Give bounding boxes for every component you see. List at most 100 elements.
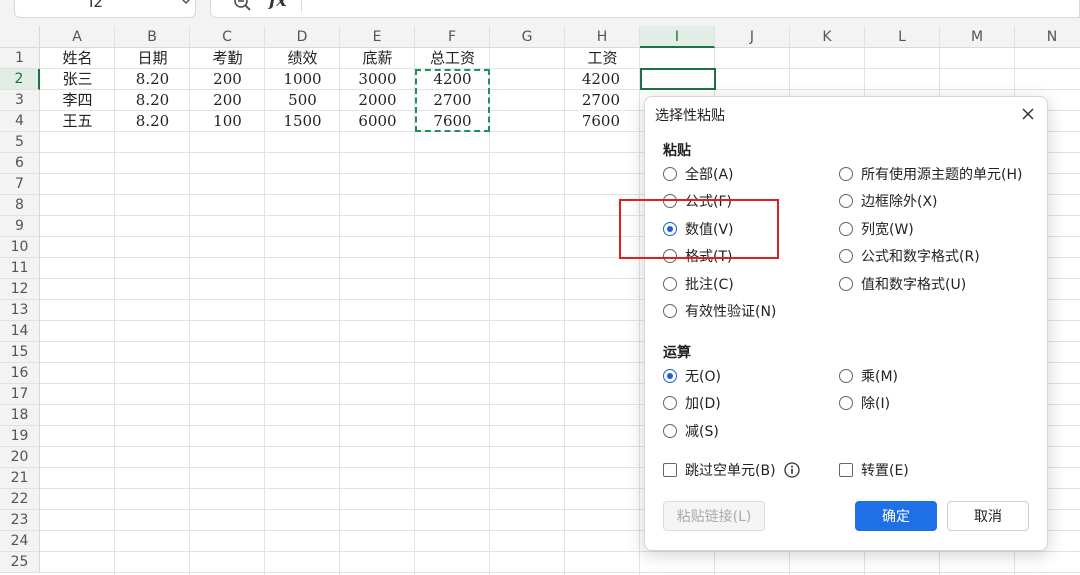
- checkbox[interactable]: [839, 463, 853, 477]
- ok-button[interactable]: 确定: [855, 501, 937, 531]
- checkbox[interactable]: [663, 463, 677, 477]
- operation-option-2[interactable]: 减(S): [663, 421, 719, 441]
- radio-button[interactable]: [663, 167, 677, 181]
- cell-h2[interactable]: 4200: [565, 69, 620, 90]
- cell-d2[interactable]: 1000: [265, 69, 340, 90]
- column-header-h[interactable]: H: [565, 26, 640, 48]
- transpose-checkbox[interactable]: 转置(E): [839, 460, 909, 480]
- row-header-11[interactable]: 11: [0, 258, 40, 279]
- paste-link-button[interactable]: 粘贴链接(L): [663, 501, 765, 531]
- paste-option-0[interactable]: 全部(A): [663, 164, 734, 184]
- operation-option-1[interactable]: 加(D): [663, 393, 721, 413]
- operation-option-0[interactable]: 无(O): [663, 366, 721, 386]
- cell-e2[interactable]: 3000: [340, 69, 415, 90]
- row-header-5[interactable]: 5: [0, 132, 40, 153]
- cell-c3[interactable]: 200: [190, 90, 265, 111]
- info-icon[interactable]: [783, 462, 800, 478]
- row-header-21[interactable]: 21: [0, 468, 40, 489]
- radio-button[interactable]: [663, 369, 677, 383]
- radio-button[interactable]: [839, 396, 853, 411]
- column-header-e[interactable]: E: [340, 26, 415, 48]
- row-header-1[interactable]: 1: [0, 48, 40, 69]
- radio-button[interactable]: [839, 276, 853, 291]
- column-header-m[interactable]: M: [940, 26, 1015, 48]
- radio-button[interactable]: [839, 194, 853, 209]
- row-header-9[interactable]: 9: [0, 216, 40, 237]
- paste-option-2[interactable]: 列宽(W): [839, 219, 914, 239]
- row-header-25[interactable]: 25: [0, 552, 40, 573]
- column-header-k[interactable]: K: [790, 26, 865, 48]
- operation-option-1[interactable]: 除(I): [839, 393, 890, 413]
- cell-h4[interactable]: 7600: [565, 111, 620, 132]
- column-header-b[interactable]: B: [115, 26, 190, 48]
- cell-b1[interactable]: 日期: [115, 48, 190, 69]
- row-header-6[interactable]: 6: [0, 153, 40, 174]
- cell-e3[interactable]: 2000: [340, 90, 415, 111]
- column-header-l[interactable]: L: [865, 26, 940, 48]
- column-header-g[interactable]: G: [490, 26, 565, 48]
- chevron-down-icon[interactable]: [179, 0, 193, 9]
- row-header-17[interactable]: 17: [0, 384, 40, 405]
- radio-button[interactable]: [663, 304, 677, 318]
- cell-d4[interactable]: 1500: [265, 111, 340, 132]
- row-header-10[interactable]: 10: [0, 237, 40, 258]
- cell-h3[interactable]: 2700: [565, 90, 620, 111]
- cell-a1[interactable]: 姓名: [40, 48, 115, 69]
- row-header-14[interactable]: 14: [0, 321, 40, 342]
- cell-d1[interactable]: 绩效: [265, 48, 340, 69]
- column-header-d[interactable]: D: [265, 26, 340, 48]
- radio-button[interactable]: [663, 276, 677, 291]
- radio-button[interactable]: [839, 249, 853, 264]
- cell-c1[interactable]: 考勤: [190, 48, 265, 69]
- zoom-icon[interactable]: [233, 0, 253, 13]
- cell-e4[interactable]: 6000: [340, 111, 415, 132]
- cancel-button[interactable]: 取消: [947, 501, 1029, 531]
- row-header-7[interactable]: 7: [0, 174, 40, 195]
- paste-option-3[interactable]: 公式和数字格式(R): [839, 246, 980, 266]
- cell-b2[interactable]: 8.20: [115, 69, 190, 90]
- cell-c4[interactable]: 100: [190, 111, 265, 132]
- row-header-13[interactable]: 13: [0, 300, 40, 321]
- cell-a4[interactable]: 王五: [40, 111, 115, 132]
- row-header-12[interactable]: 12: [0, 279, 40, 300]
- column-header-i[interactable]: I: [640, 26, 715, 48]
- radio-button[interactable]: [839, 221, 853, 236]
- cell-h1[interactable]: 工资: [565, 48, 640, 69]
- paste-option-4[interactable]: 批注(C): [663, 274, 734, 294]
- name-box[interactable]: I2: [14, 0, 196, 18]
- cell-a2[interactable]: 张三: [40, 69, 115, 90]
- paste-option-4[interactable]: 值和数字格式(U): [839, 274, 966, 294]
- fx-icon[interactable]: fx: [269, 0, 286, 11]
- cell-b3[interactable]: 8.20: [115, 90, 190, 111]
- row-header-24[interactable]: 24: [0, 531, 40, 552]
- row-header-23[interactable]: 23: [0, 510, 40, 531]
- radio-button[interactable]: [839, 369, 853, 383]
- cell-e1[interactable]: 底薪: [340, 48, 415, 69]
- row-header-18[interactable]: 18: [0, 405, 40, 426]
- row-header-20[interactable]: 20: [0, 447, 40, 468]
- close-icon[interactable]: [1019, 105, 1037, 123]
- radio-button[interactable]: [839, 167, 853, 181]
- row-header-4[interactable]: 4: [0, 111, 40, 132]
- paste-option-1[interactable]: 边框除外(X): [839, 191, 938, 211]
- row-header-19[interactable]: 19: [0, 426, 40, 447]
- row-header-8[interactable]: 8: [0, 195, 40, 216]
- row-header-22[interactable]: 22: [0, 489, 40, 510]
- active-cell[interactable]: [640, 68, 716, 90]
- row-header-15[interactable]: 15: [0, 342, 40, 363]
- row-header-16[interactable]: 16: [0, 363, 40, 384]
- column-header-j[interactable]: J: [715, 26, 790, 48]
- cell-b4[interactable]: 8.20: [115, 111, 190, 132]
- cell-a3[interactable]: 李四: [40, 90, 115, 111]
- operation-option-0[interactable]: 乘(M): [839, 366, 898, 386]
- column-header-f[interactable]: F: [415, 26, 490, 48]
- column-header-a[interactable]: A: [40, 26, 115, 48]
- radio-button[interactable]: [663, 396, 677, 411]
- paste-option-5[interactable]: 有效性验证(N): [663, 301, 776, 321]
- cell-c2[interactable]: 200: [190, 69, 265, 90]
- column-header-c[interactable]: C: [190, 26, 265, 48]
- cell-d3[interactable]: 500: [265, 90, 340, 111]
- radio-button[interactable]: [663, 423, 677, 438]
- select-all-corner[interactable]: [0, 26, 40, 48]
- column-header-n[interactable]: N: [1015, 26, 1080, 48]
